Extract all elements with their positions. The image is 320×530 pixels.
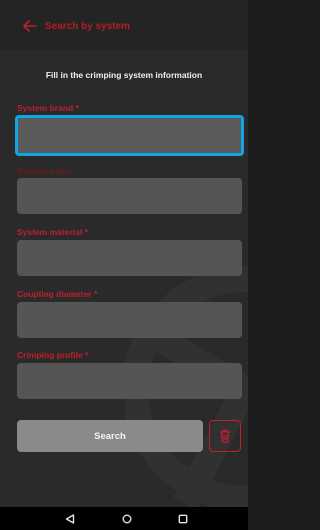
search-button[interactable]: Search	[17, 420, 203, 452]
app-bar: Search by system	[0, 0, 248, 50]
nav-home-icon[interactable]	[122, 514, 132, 524]
android-navigation-bar	[0, 507, 248, 530]
form-heading: Fill in the crimping system information	[45, 70, 203, 80]
system-brand-input[interactable]	[15, 115, 244, 156]
coupling-diameter-label: Coupling diameter *	[17, 289, 98, 299]
clear-form-button[interactable]	[209, 420, 241, 452]
coupling-diameter-input[interactable]	[17, 302, 242, 338]
page-title: Search by system	[45, 21, 131, 32]
search-form-panel: Fill in the crimping system information …	[0, 50, 248, 507]
search-button-label: Search	[94, 430, 126, 442]
system-material-label: System material *	[17, 227, 88, 237]
crimping-profile-input[interactable]	[17, 363, 242, 399]
system-material-input[interactable]	[17, 240, 242, 276]
system-name-label: System name	[17, 166, 72, 176]
nav-recents-icon[interactable]	[178, 514, 188, 524]
system-name-input[interactable]	[17, 178, 242, 214]
crimping-profile-label: Crimping profile *	[17, 350, 89, 360]
trash-icon	[220, 429, 230, 443]
system-brand-label: System brand *	[17, 103, 79, 113]
arrow-left-icon[interactable]	[23, 20, 37, 32]
nav-back-icon[interactable]	[65, 514, 75, 524]
